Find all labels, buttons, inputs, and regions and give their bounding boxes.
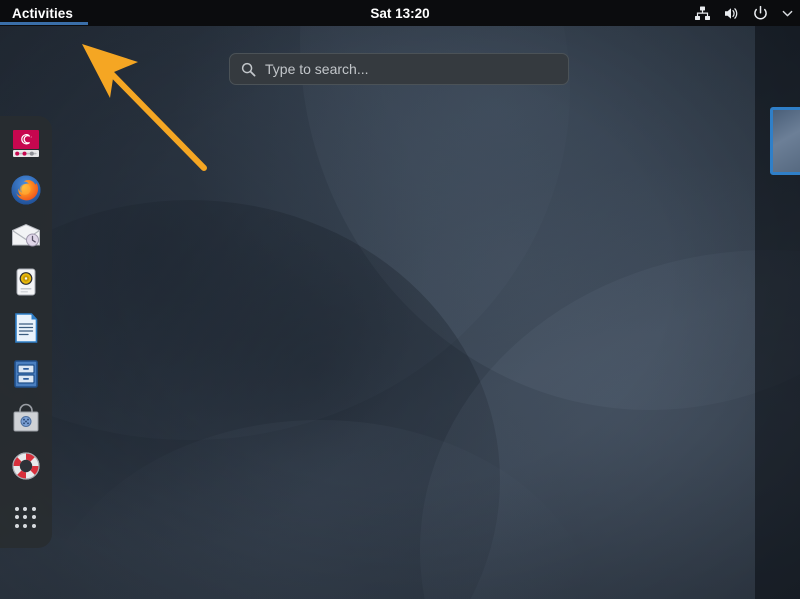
software-bag-icon	[9, 403, 43, 437]
dock-item-rhythmbox[interactable]	[6, 262, 46, 302]
dock-item-software[interactable]	[6, 400, 46, 440]
dock-item-firefox[interactable]	[6, 170, 46, 210]
rhythmbox-icon	[9, 265, 43, 299]
search-input[interactable]: Type to search...	[229, 53, 569, 85]
search-icon	[240, 61, 257, 78]
volume-icon[interactable]	[722, 4, 740, 22]
network-wired-icon[interactable]	[693, 4, 711, 22]
power-icon[interactable]	[751, 4, 769, 22]
system-tray	[693, 0, 794, 26]
file-cabinet-icon	[9, 357, 43, 391]
search-placeholder-text: Type to search...	[265, 61, 369, 77]
activities-active-indicator	[0, 22, 88, 25]
dock-item-help[interactable]	[6, 446, 46, 486]
workspace-window-thumbnail[interactable]	[770, 107, 800, 175]
wallpaper-vignette	[0, 0, 800, 599]
document-icon	[9, 311, 43, 345]
apps-grid-icon	[15, 507, 37, 529]
clock-area: Sat 13:20	[0, 0, 800, 26]
activities-label: Activities	[12, 5, 74, 21]
clock-label[interactable]: Sat 13:20	[370, 6, 429, 21]
firefox-icon	[9, 173, 43, 207]
lifering-icon	[9, 449, 43, 483]
desktop-screen: Activities Sat 13:20 Type to search...	[0, 0, 800, 599]
dock-item-files[interactable]	[6, 354, 46, 394]
activities-button[interactable]: Activities	[0, 0, 88, 26]
dock-item-writer[interactable]	[6, 308, 46, 348]
dock-item-debian-installer[interactable]	[6, 124, 46, 164]
chevron-down-icon[interactable]	[780, 4, 794, 22]
evolution-mail-icon	[9, 219, 43, 253]
dock-item-show-applications[interactable]	[6, 498, 46, 538]
top-bar: Activities Sat 13:20	[0, 0, 800, 26]
dock-item-evolution[interactable]	[6, 216, 46, 256]
favorites-dock	[0, 116, 52, 548]
debian-installer-icon	[9, 127, 43, 161]
desktop-wallpaper	[0, 0, 800, 599]
